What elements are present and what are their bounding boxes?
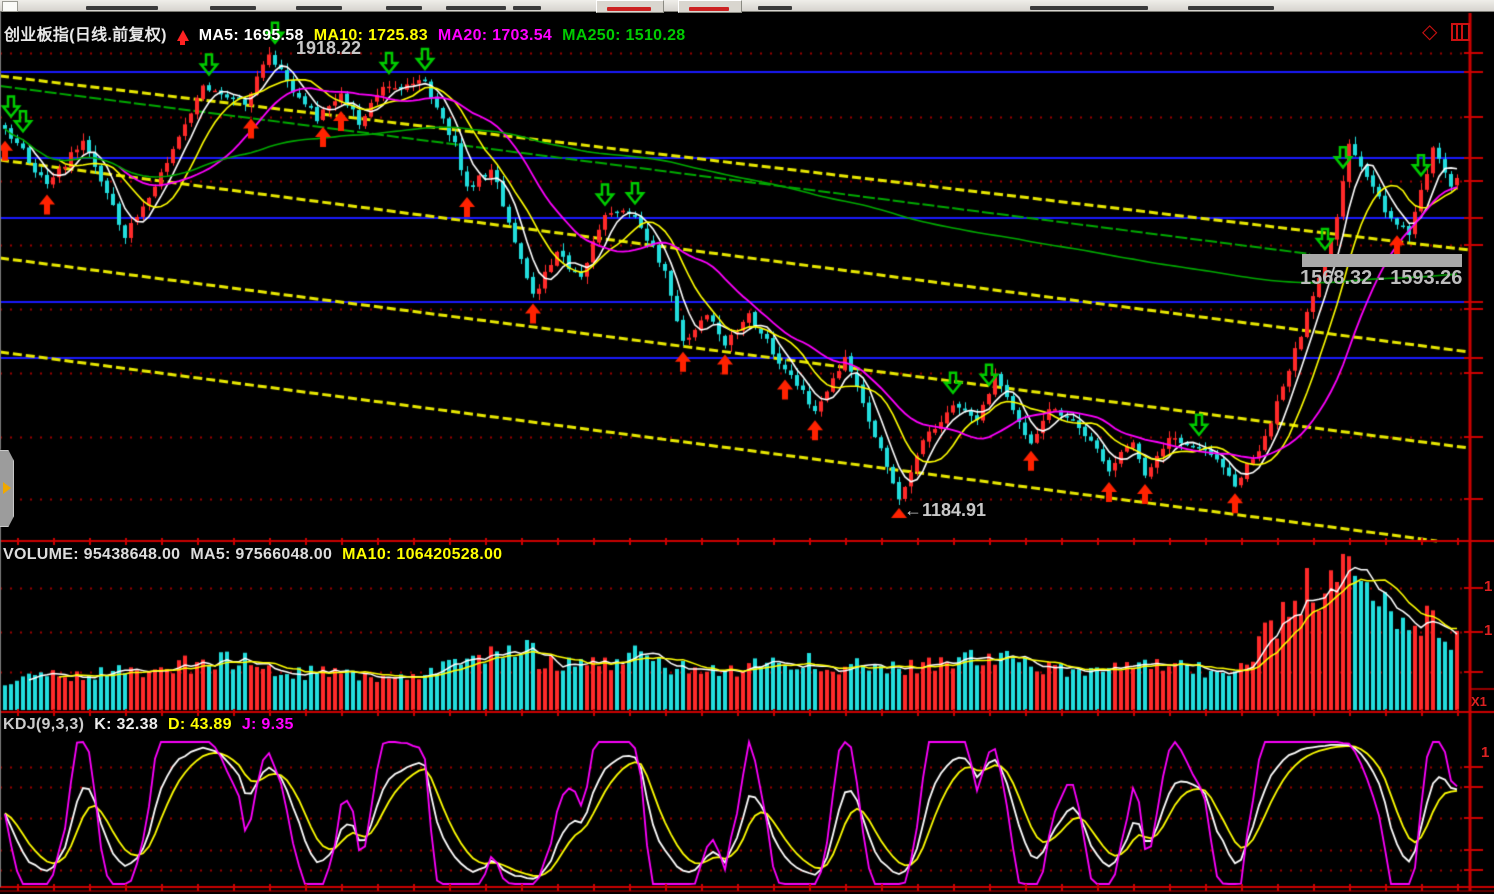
menu-button-clipped[interactable] [678, 0, 742, 13]
left-panel-toggle[interactable] [0, 450, 14, 527]
chart-title: 创业板指(日线.前复权) [4, 27, 167, 44]
chart-canvas[interactable] [0, 0, 1494, 894]
legend-item: MA5: 97566048.00 [190, 546, 332, 563]
volume-scale-label: X1 [1471, 694, 1487, 709]
app-icon[interactable] [2, 1, 18, 12]
legend-item: K: 32.38 [94, 716, 158, 733]
kdj-header: KDJ(9,3,3) K: 32.38 D: 43.89 J: 9.35 [3, 716, 304, 734]
window-tile-icon[interactable] [1451, 23, 1470, 41]
legend-item: KDJ(9,3,3) [3, 716, 84, 733]
range-annotation: 1568.32 - 1593.26 [1300, 267, 1460, 290]
vol-axis-label-partial: 1 [1484, 578, 1492, 595]
legend-item: VOLUME: 95438648.00 [3, 546, 180, 563]
range-highlight-bar [1302, 254, 1462, 267]
low-price-annotation: ←1184.91 [904, 500, 986, 521]
ma-legend: MA5: 1695.58MA10: 1725.83MA20: 1703.54MA… [199, 27, 696, 44]
diamond-icon[interactable]: ◇ [1422, 19, 1437, 44]
menu-button-clipped[interactable] [596, 0, 664, 13]
up-arrow-icon [177, 30, 189, 41]
ma-label: MA250: 1510.28 [562, 27, 685, 44]
volume-header: VOLUME: 95438648.00 MA5: 97566048.00 MA10:… [3, 546, 512, 564]
trading-terminal-window: { "menu": { "fragments_dark": [[86,72],[… [0, 0, 1494, 894]
menu-bar[interactable] [0, 0, 1494, 12]
tile-bar [1456, 25, 1458, 39]
tile-bar [1461, 25, 1463, 39]
legend-item: MA10: 106420528.00 [342, 546, 502, 563]
legend-item: D: 43.89 [168, 716, 232, 733]
high-price-annotation: 1918.22 [296, 38, 361, 59]
ma-label: MA5: 1695.58 [199, 27, 304, 44]
vol-axis-label-partial: 1 [1484, 622, 1492, 639]
kdj-axis-label-partial: 1 [1481, 744, 1489, 761]
legend-item: J: 9.35 [242, 716, 294, 733]
ma-label: MA20: 1703.54 [438, 27, 552, 44]
expand-arrow-icon [3, 482, 11, 494]
